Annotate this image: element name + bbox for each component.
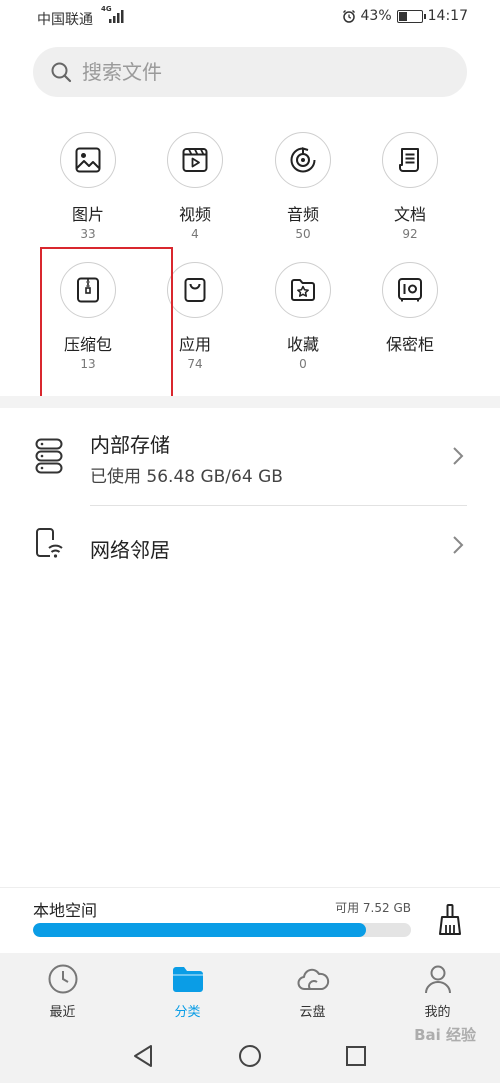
battery-icon: [396, 9, 426, 23]
tab-mine[interactable]: 我的: [375, 953, 500, 1028]
category-label: 视频: [178, 205, 211, 224]
category-label: 收藏: [286, 335, 319, 354]
bottom-tab-bar: 最近 分类 云盘 我的: [0, 953, 500, 1028]
alarm-icon: [342, 10, 355, 23]
category-audio[interactable]: 音频 50: [258, 132, 348, 241]
category-label: 音频: [286, 205, 319, 224]
local-space-panel: 本地空间 可用 7.52 GB: [0, 887, 500, 953]
carrier-name: 中国联通: [37, 12, 93, 28]
category-favorites[interactable]: 收藏 0: [258, 262, 348, 371]
safe-icon: [382, 262, 438, 318]
network-neighborhood-title: 网络邻居: [90, 538, 170, 562]
tab-label: 云盘: [299, 1005, 326, 1020]
category-count: 0: [299, 357, 307, 371]
category-videos[interactable]: 视频 4: [150, 132, 240, 241]
tab-label: 分类: [174, 1005, 201, 1020]
category-images[interactable]: 图片 33: [43, 132, 133, 241]
internal-storage-row[interactable]: 内部存储 已使用 56.48 GB/64 GB: [0, 408, 500, 505]
highlight-box: [40, 247, 173, 403]
category-count: 50: [295, 227, 311, 241]
folder-icon: [172, 967, 203, 992]
document-icon: [382, 132, 438, 188]
network-phone-icon: [36, 528, 63, 558]
image-icon: [60, 132, 116, 188]
storage-progress-fill: [33, 923, 366, 937]
search-bar[interactable]: [33, 47, 467, 97]
video-icon: [167, 132, 223, 188]
star-folder-icon: [275, 262, 331, 318]
user-icon: [424, 965, 451, 994]
chevron-right-icon: [453, 447, 464, 465]
search-input[interactable]: [82, 60, 412, 84]
clock-time: 14:17: [427, 8, 468, 24]
storage-icon: [35, 438, 63, 474]
category-count: 33: [80, 227, 96, 241]
app-bag-icon: [167, 262, 223, 318]
tab-label: 我的: [424, 1005, 451, 1020]
local-space-title: 本地空间: [33, 901, 98, 920]
status-bar: 中国联通 4G 43% 14:17: [0, 0, 500, 36]
home-icon[interactable]: [238, 1044, 262, 1068]
category-label: 文档: [393, 205, 426, 224]
broom-clean-icon[interactable]: [437, 904, 463, 936]
category-count: 92: [402, 227, 418, 241]
recent-apps-icon[interactable]: [345, 1044, 367, 1068]
tab-categories[interactable]: 分类: [125, 953, 250, 1028]
category-label: 图片: [71, 205, 104, 224]
watermark: Bai 经验: [414, 1026, 476, 1044]
clock-icon: [48, 964, 77, 994]
network-neighborhood-row[interactable]: 网络邻居: [0, 506, 500, 586]
storage-progress-bar: [33, 923, 411, 937]
tab-label: 最近: [49, 1005, 76, 1020]
cloud-icon: [297, 968, 329, 990]
search-icon: [51, 62, 72, 83]
battery-percent: 43%: [360, 8, 392, 24]
back-icon[interactable]: [132, 1044, 154, 1068]
chevron-right-icon: [453, 536, 464, 554]
tab-cloud[interactable]: 云盘: [250, 953, 375, 1028]
internal-storage-title: 内部存储: [90, 433, 170, 457]
audio-icon: [275, 132, 331, 188]
category-label: 保密柜: [385, 335, 434, 354]
category-safe[interactable]: 保密柜: [365, 262, 455, 355]
internal-storage-usage: 已使用 56.48 GB/64 GB: [90, 467, 283, 487]
section-divider: [0, 396, 500, 408]
tab-recent[interactable]: 最近: [0, 953, 125, 1028]
category-documents[interactable]: 文档 92: [365, 132, 455, 241]
signal-icon: [109, 10, 124, 23]
local-space-available: 可用 7.52 GB: [335, 901, 411, 915]
category-count: 4: [191, 227, 199, 241]
